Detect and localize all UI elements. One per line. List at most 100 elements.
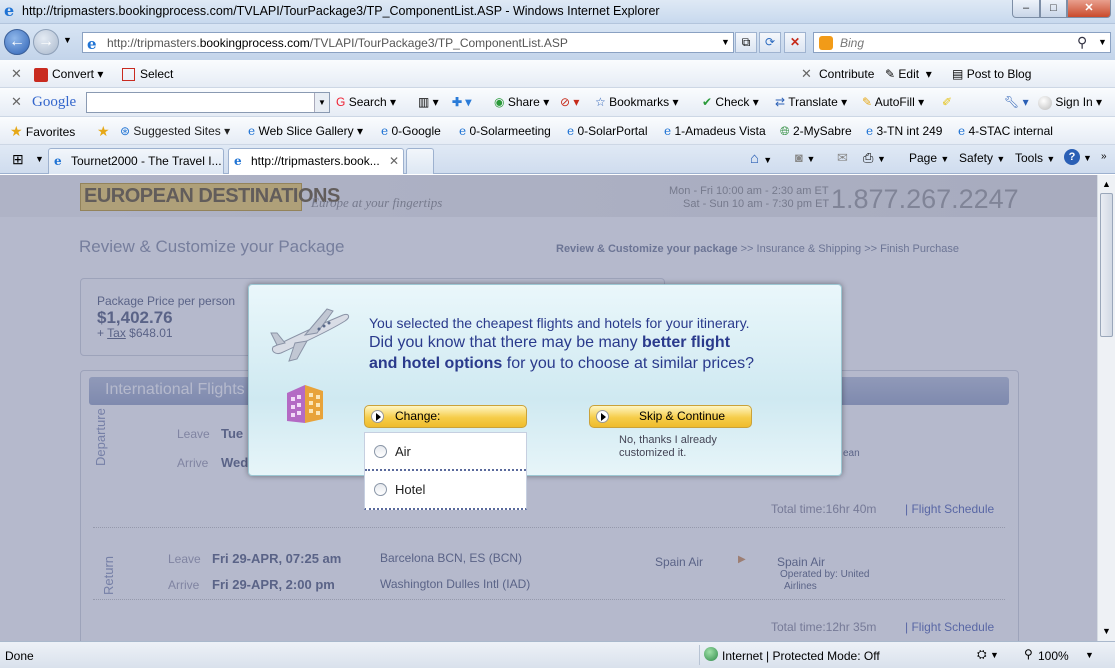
contribute-button[interactable]: Contribute xyxy=(819,60,874,88)
option-hotel-label: Hotel xyxy=(395,482,426,497)
popup-blocker-icon[interactable]: ⊘ ▾ xyxy=(560,88,579,116)
tab-list-dropdown[interactable]: ▼ xyxy=(35,154,44,164)
skip-continue-button[interactable]: Skip & Continue xyxy=(589,405,752,428)
post-to-blog-button[interactable]: ▤ Post to Blog xyxy=(952,60,1031,88)
convert-button[interactable]: Convert ▾ xyxy=(34,60,103,88)
google-search-input[interactable]: ▼ xyxy=(86,92,330,113)
forward-button[interactable]: → xyxy=(33,29,59,55)
zoom-level[interactable]: 100% xyxy=(1038,649,1069,663)
feeds-icon[interactable]: ◙ ▼ xyxy=(795,150,815,165)
convert-label: Convert xyxy=(52,67,95,81)
close-google-toolbar-icon[interactable]: ✕ xyxy=(11,88,22,116)
favorites-button[interactable]: ★ Favorites xyxy=(10,117,75,145)
home-icon[interactable]: ⌂ ▼ xyxy=(750,150,772,167)
search-box[interactable]: Bing ⚲ ▼ xyxy=(813,32,1111,53)
close-toolbar-icon[interactable]: ✕ xyxy=(11,60,22,88)
favorite-3-tn-int-249[interactable]: e 3-TN int 249 xyxy=(866,117,942,145)
tab-tournet2000[interactable]: e Tournet2000 - The Travel I... xyxy=(48,148,224,174)
edit-button[interactable]: ✎ Edit ▾ xyxy=(885,60,932,88)
vertical-scrollbar[interactable]: ▲ ▼ xyxy=(1097,175,1115,641)
favorite-web-slice-gallery[interactable]: e Web Slice Gallery ▾ xyxy=(248,117,363,145)
edit-icon: ✎ xyxy=(885,67,896,81)
favorites-star-icon: ★ xyxy=(10,123,23,139)
help-icon[interactable]: ? xyxy=(1064,149,1080,165)
navigation-bar: ← → ▼ e http://tripmasters.bookingproces… xyxy=(0,24,1115,60)
compatibility-view-button[interactable]: ⧉ xyxy=(735,32,757,53)
security-options-icon[interactable]: ⛭ ▼ xyxy=(977,647,999,662)
favorite-suggested-sites[interactable]: ⊛ Suggested Sites ▾ xyxy=(120,117,230,145)
favorite-0-solarportal[interactable]: e 0-SolarPortal xyxy=(567,117,647,145)
tab-label: http://tripmasters.book... xyxy=(251,154,380,168)
zoom-dropdown[interactable]: ▼ xyxy=(1085,650,1094,660)
translate-button[interactable]: ⇄ Translate ▾ xyxy=(775,88,847,116)
change-button[interactable]: Change: xyxy=(364,405,527,428)
security-zone[interactable]: Internet | Protected Mode: Off xyxy=(722,649,880,663)
search-options-dropdown[interactable]: ▼ xyxy=(1098,37,1107,47)
back-button[interactable]: ← xyxy=(4,29,30,55)
favorites-label: Favorites xyxy=(25,125,76,139)
post-to-blog-label: Post to Blog xyxy=(966,67,1032,81)
skip-note-line-1: No, thanks I already xyxy=(619,434,717,446)
convert-toolbar: ✕ Convert ▾ Select ✕ Contribute ✎ Edit ▾… xyxy=(0,60,1115,88)
check-icon: ✔ xyxy=(702,95,713,109)
close-window-button[interactable]: ✕ xyxy=(1067,0,1111,18)
favorite-4-stac-internal[interactable]: e 4-STAC internal xyxy=(958,117,1053,145)
hotel-radio[interactable] xyxy=(374,483,387,496)
favorite-1-amadeus-vista[interactable]: e 1-Amadeus Vista xyxy=(664,117,766,145)
tab-tripmasters[interactable]: e http://tripmasters.book... ✕ xyxy=(228,148,404,174)
google-search-dropdown[interactable]: ▼ xyxy=(314,93,329,112)
spellcheck-button[interactable]: ✔ Check ▾ xyxy=(702,88,759,116)
bookmarks-button[interactable]: ☆ Bookmarks ▾ xyxy=(595,88,679,116)
new-tab-button[interactable] xyxy=(406,148,434,174)
sign-in-button[interactable]: Sign In ▾ xyxy=(1038,88,1102,116)
tools-menu[interactable]: Tools ▼ xyxy=(1015,151,1055,165)
share-button[interactable]: ◉ Share ▾ xyxy=(494,88,549,116)
sidewiki-icon[interactable]: ▥ ▾ xyxy=(418,88,439,116)
air-radio[interactable] xyxy=(374,445,387,458)
search-icon[interactable]: ⚲ xyxy=(1077,34,1087,51)
scroll-down-arrow[interactable]: ▼ xyxy=(1102,626,1111,636)
modal-line-2-bold: better flight xyxy=(642,334,731,351)
help-dropdown[interactable]: ▼ xyxy=(1083,153,1092,163)
quick-tabs-icon[interactable]: ⊞ xyxy=(12,151,24,168)
wrench-icon[interactable]: 🔧︎ ▾ xyxy=(1004,88,1029,116)
favorite-2-mysabre[interactable]: 🌐︎ 2-MySabre xyxy=(780,117,852,145)
select-button[interactable]: Select xyxy=(122,60,173,88)
refresh-button[interactable]: ⟳ xyxy=(759,32,781,53)
google-search-button[interactable]: G Search ▾ xyxy=(336,88,396,116)
close-toolbar-icon-2[interactable]: ✕ xyxy=(801,60,812,88)
tab-label: Tournet2000 - The Travel I... xyxy=(71,154,222,168)
plus-icon[interactable]: ✚ ▾ xyxy=(452,88,471,116)
option-hotel[interactable]: Hotel xyxy=(365,471,526,509)
zoom-icon[interactable]: ⚲ xyxy=(1024,647,1033,661)
safety-menu[interactable]: Safety ▼ xyxy=(959,151,1005,165)
maximize-button[interactable]: □ xyxy=(1040,0,1067,18)
minimize-button[interactable]: – xyxy=(1012,0,1040,18)
modal-line-1: You selected the cheapest flights and ho… xyxy=(369,315,750,331)
mail-icon[interactable]: ✉ xyxy=(837,150,848,166)
print-icon[interactable]: ⎙ ▼ xyxy=(863,150,886,166)
option-air[interactable]: Air xyxy=(365,433,526,471)
stop-button[interactable]: ✕ xyxy=(784,32,806,53)
page-menu[interactable]: Page ▼ xyxy=(909,151,949,165)
command-bar-chevron-icon[interactable]: » xyxy=(1101,151,1107,162)
page-icon: e xyxy=(87,35,97,53)
modal-line-2: Did you know that there may be many bett… xyxy=(369,334,730,352)
highlight-icon[interactable]: ✐ xyxy=(942,88,952,116)
play-arrow-icon xyxy=(371,410,384,423)
scroll-thumb[interactable] xyxy=(1100,193,1113,337)
scroll-up-arrow[interactable]: ▲ xyxy=(1102,179,1111,189)
autofill-button[interactable]: ✎ AutoFill ▾ xyxy=(862,88,924,116)
status-bar: Done Internet | Protected Mode: Off ⛭ ▼ … xyxy=(0,641,1115,668)
address-bar[interactable]: e http://tripmasters.bookingprocess.com/… xyxy=(82,32,734,53)
favorite-0-google[interactable]: e 0-Google xyxy=(381,117,441,145)
close-tab-icon[interactable]: ✕ xyxy=(389,149,399,173)
play-arrow-icon xyxy=(596,410,609,423)
add-favorites-icon[interactable]: ★ xyxy=(97,117,110,145)
search-input[interactable]: Bing xyxy=(840,36,864,50)
address-dropdown-icon[interactable]: ▼ xyxy=(721,37,730,47)
favorite-0-solarmeeting[interactable]: e 0-Solarmeeting xyxy=(459,117,551,145)
favorites-bar: ★ Favorites ★ ⊛ Suggested Sites ▾ e Web … xyxy=(0,117,1115,145)
skip-continue-label: Skip & Continue xyxy=(639,409,726,423)
recent-pages-dropdown[interactable]: ▼ xyxy=(63,35,72,45)
